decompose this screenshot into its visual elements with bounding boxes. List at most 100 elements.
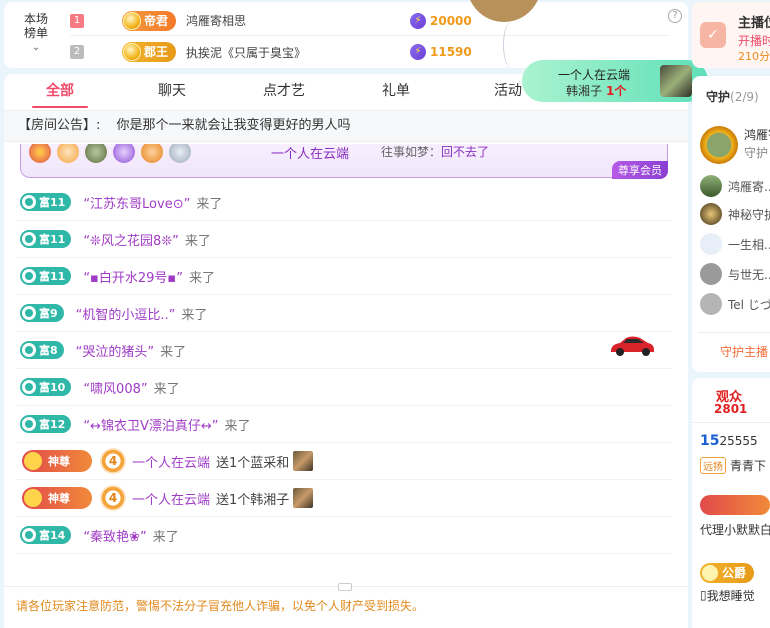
chat-action: 来了 [184,233,211,249]
room-announcement: 【房间公告】: 你是那个一来就会让我变得更好的男人吗 [4,110,688,142]
chevron-down-icon[interactable]: ⌄ [18,41,54,55]
chat-username[interactable]: “↔锦衣卫V漂泊真仔↔” [83,415,218,434]
toast-gift: 韩湘子 1个 [566,82,626,99]
tab-gift-list[interactable]: 礼单 [340,74,452,110]
noble-badge-label: 神尊 [48,455,70,468]
wealth-icon [22,269,36,283]
chat-username[interactable]: “秦致艳❀” [83,526,146,545]
chat-username[interactable]: “▪白开水29号▪” [83,267,183,286]
wealth-badge: 富11 [20,267,72,285]
audience-name: 青青下 [730,458,767,473]
guard-name: 鸿雁寄... [728,179,770,194]
crown-icon [123,11,141,30]
audience-name: 25555 [719,434,758,448]
chat-username[interactable]: “江苏东哥Love⊙” [83,193,190,212]
wealth-badge: 富11 [20,230,72,248]
chat-username[interactable]: “机智的小逗比..” [76,304,176,323]
chat-username[interactable]: 一个人在云端 [132,489,210,508]
chevron-right-icon[interactable]: › [692,282,698,362]
phone-icon: ▯ [700,588,707,602]
audience-row[interactable] [700,494,770,516]
avatar [700,233,722,255]
audience-tag: 远扬 [700,456,726,474]
announcement-text: 你是那个一来就会让我变得更好的男人吗 [116,118,351,133]
wealth-badge: 富10 [20,378,72,396]
wealth-icon [22,232,36,246]
wealth-badge: 富9 [20,304,64,322]
audience-row[interactable]: 代理小默默白 [700,518,770,540]
chat-action: 来了 [224,418,251,434]
guard-row[interactable]: Tel じづ... [700,290,770,318]
vip-member-tag: 尊享会员 [612,161,668,179]
chat-username[interactable]: 一个人在云端 [132,452,210,471]
guard-row[interactable]: 鸿雁寄... [700,172,770,200]
crown-icon [123,43,141,61]
rank-number: 1 [70,13,84,28]
rank-row[interactable]: 1 帝君 鸿雁寄相思 ⚡ 20000 [70,6,670,36]
wealth-icon [22,380,36,394]
level-badge: 4 [100,448,126,474]
gift-icon [660,65,692,97]
guard-name: 神秘守护 [728,207,770,222]
level-badge: 4 [100,485,126,511]
tab-talent[interactable]: 点才艺 [228,74,340,110]
wealth-level: 富11 [39,270,66,283]
bolt-icon: ⚡ [410,44,426,60]
tab-all[interactable]: 全部 [4,74,116,110]
audience-row[interactable]: ▯ 我想睡觉 [700,584,770,606]
chat-panel: 全部 聊天 点才艺 礼单 活动 【房间公告】: 你是那个一来就会让我变得更好的男… [4,74,688,628]
guard-row[interactable]: 神秘守护 [700,200,770,228]
anchor-position-card[interactable]: ✓ 主播位 开播时 210分 [692,2,770,68]
guard-panel: 守护(2/9) 鸿雁寄 守护 鸿雁寄... 神秘守护 一生相... 与世无...… [692,76,770,372]
guard-first-name[interactable]: 鸿雁寄 [744,126,770,143]
noble-badge: 帝君 [122,10,177,31]
vip-message-prefix: 往事如梦： [381,145,442,159]
gift-action: 送1个蓝采和 [216,455,290,471]
audience-row[interactable]: 远扬 青青下 [700,454,770,476]
chat-username[interactable]: “哭泣的猪头” [76,341,154,360]
ranking-panel: 本场 榜单 ⌄ 1 帝君 鸿雁寄相思 ⚡ 20000 2 郡王 执挨泥《只属于臭宝… [4,0,688,68]
car-icon [611,336,654,356]
chat-action: 来了 [153,381,180,397]
chat-action: 来了 [196,196,223,212]
guard-row[interactable]: 与世无... [700,260,770,288]
guard-avatar[interactable] [700,126,738,164]
audience-row[interactable]: 15 25555 [700,430,770,452]
rank-username[interactable]: 鸿雁寄相思 [186,12,246,29]
wealth-badge: 富11 [20,193,72,211]
decoration-string [503,22,519,68]
chat-username[interactable]: “❊风之花园8❊” [83,230,179,249]
audience-name: 我想睡觉 [706,588,755,603]
chat-action: 来了 [160,344,187,360]
ranking-toggle[interactable]: 本场 榜单 ⌄ [18,12,54,55]
anchor-subtitle: 开播时 [738,34,770,48]
rank-number: 2 [70,45,84,59]
wealth-level: 富9 [39,307,58,320]
wealth-icon [22,306,36,320]
chat-action: 来了 [181,307,208,323]
chat-list[interactable]: 一个人在云端 往事如梦：回不去了 尊享会员 富11 “江苏东哥Love⊙” 来了… [4,144,680,584]
anchor-time: 210分 [738,50,770,63]
help-icon[interactable]: ? [668,9,682,23]
vip-username[interactable]: 一个人在云端 [271,144,349,162]
noble-badge: 公爵 [700,563,755,583]
tab-chat[interactable]: 聊天 [116,74,228,110]
chat-message: 富9 “机智的小逗比..” 来了 [16,295,672,332]
audience-row[interactable]: 公爵 [700,562,770,584]
fraud-warning-text: 请各位玩家注意防范，警惕不法分子冒充他人诈骗，以免个人财产受到损失。 [16,599,425,613]
guard-anchor-button[interactable]: 守护主播 [692,332,770,360]
rank-username[interactable]: 执挨泥《只属于臭宝》 [186,44,306,61]
level-icon [57,144,79,163]
announcement-label: 【房间公告】: [18,118,101,133]
chat-message: 富8 “哭泣的猪头” 来了 [16,332,672,369]
bolt-icon: ⚡ [410,12,426,29]
guard-row[interactable]: 一生相... [700,230,770,258]
chat-message: 富12 “↔锦衣卫V漂泊真仔↔” 来了 [16,406,672,443]
chat-message: 富14 “秦致艳❀” 来了 [16,517,672,554]
resize-handle[interactable] [338,583,352,591]
guard-count: (2/9) [730,90,759,104]
toast-gift-count: 1个 [606,84,627,98]
chat-username[interactable]: “啸风008” [83,378,147,397]
vip-message-text: 回不去了 [441,145,490,159]
chat-message: 富11 “▪白开水29号▪” 来了 [16,258,672,295]
